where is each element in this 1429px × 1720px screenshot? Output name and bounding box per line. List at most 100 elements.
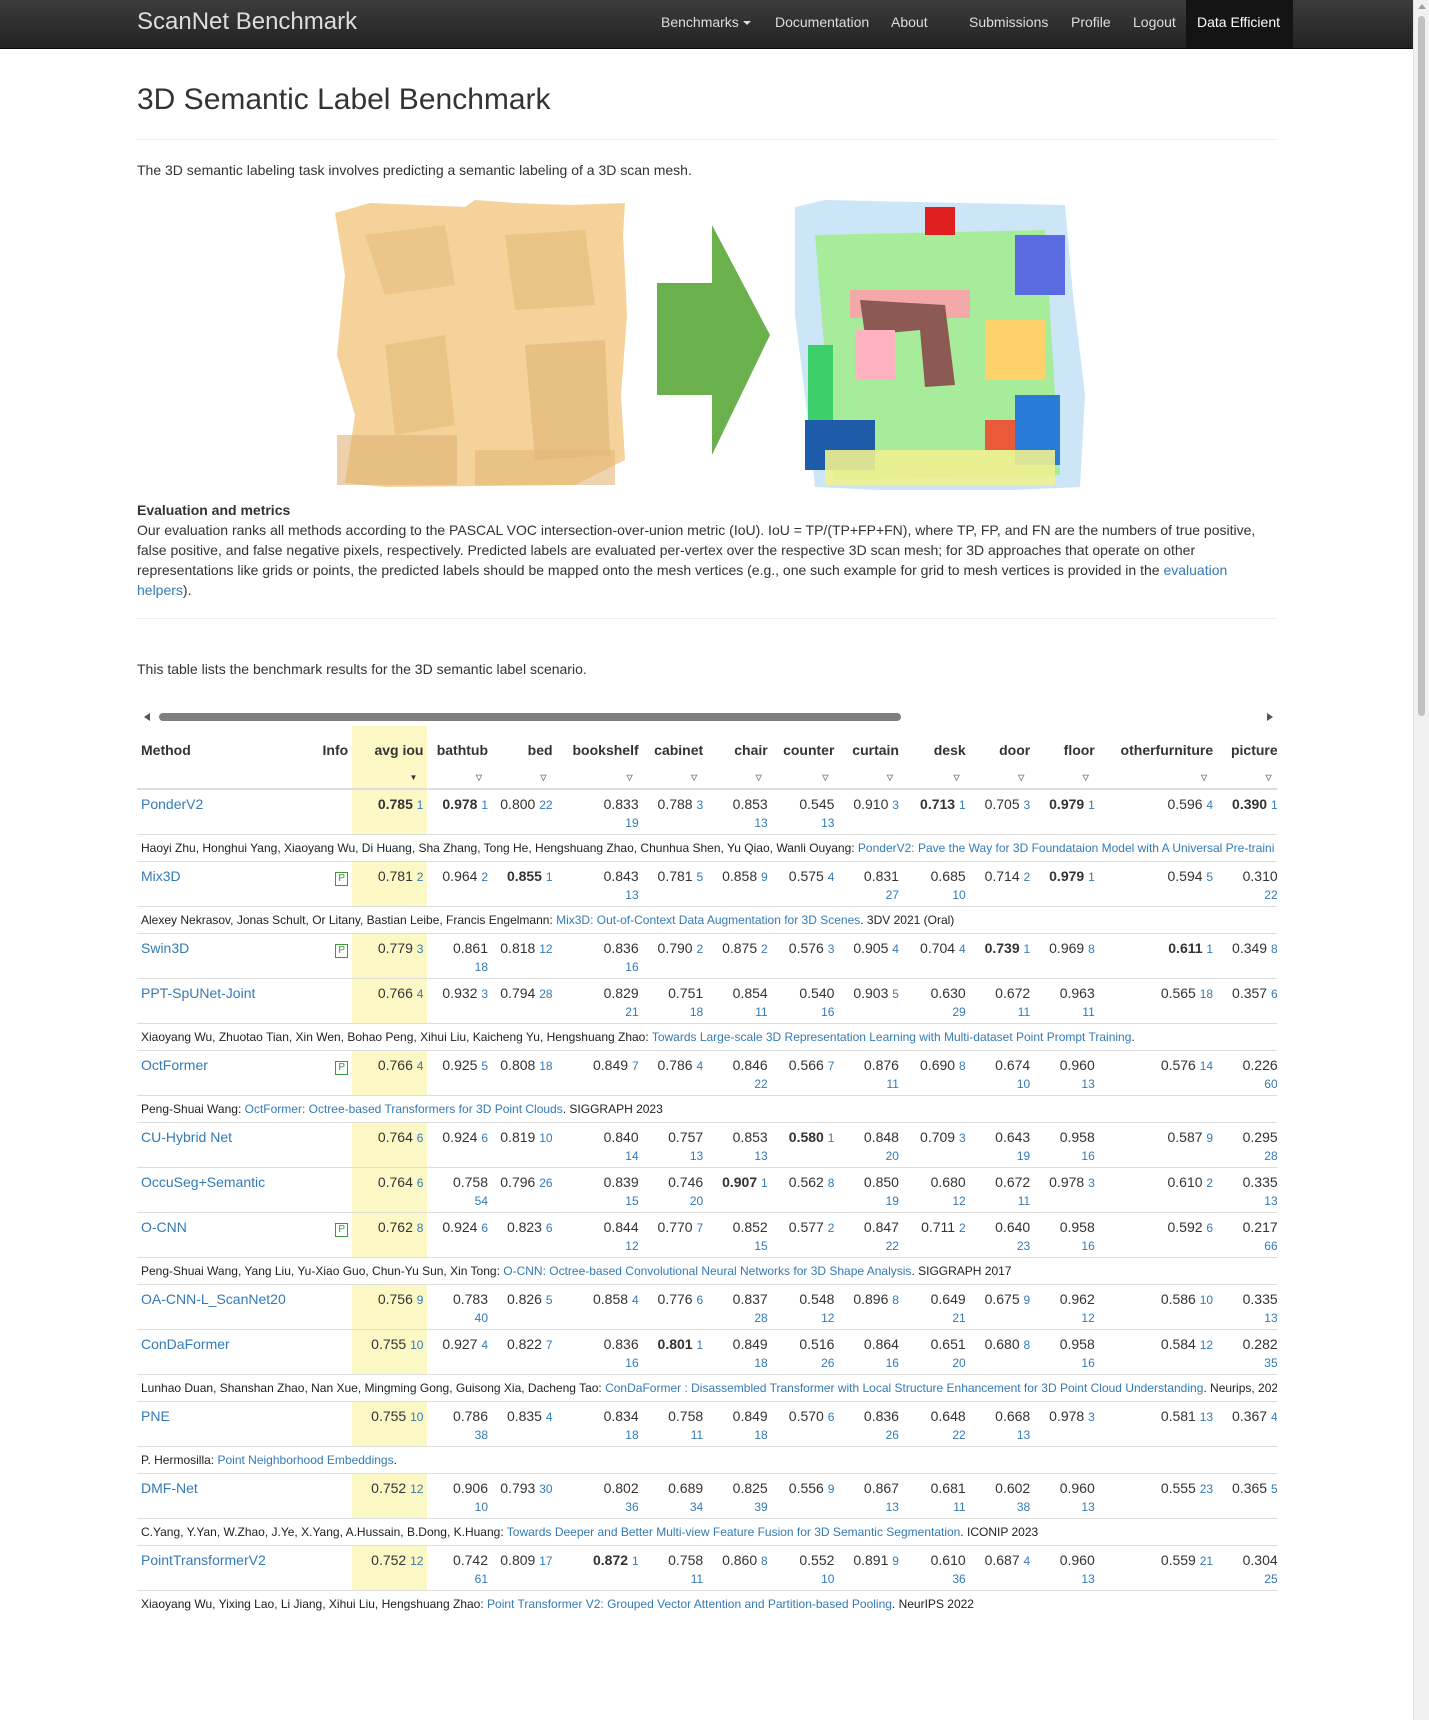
score-value: 0.925: [442, 1057, 478, 1073]
sort-icon[interactable]: ▽: [1201, 773, 1207, 782]
score-value: 0.335: [1242, 1174, 1277, 1190]
nav-documentation[interactable]: Documentation: [775, 14, 869, 30]
method-link[interactable]: OA-CNN-L_ScanNet20: [141, 1291, 286, 1307]
sort-icon[interactable]: ▼: [410, 773, 418, 782]
vertical-scrollbar[interactable]: [1413, 0, 1429, 1720]
scroll-left-arrow-icon[interactable]: [144, 713, 150, 721]
column-header-bathtub[interactable]: bathtub ▽: [427, 726, 493, 790]
score-cell: 0.758 11: [642, 1545, 708, 1591]
rank-value: 18: [474, 960, 489, 974]
rank-value: 6: [827, 1410, 835, 1424]
method-link[interactable]: DMF-Net: [141, 1480, 198, 1496]
column-header-bookshelf[interactable]: bookshelf ▽: [556, 726, 643, 790]
citation-row: C.Yang, Y.Yan, W.Zhao, J.Ye, X.Yang, A.H…: [137, 1518, 1277, 1546]
score-cell: 0.690 8: [902, 1050, 970, 1096]
sort-icon[interactable]: ▽: [691, 773, 697, 782]
score-value: 0.556: [788, 1480, 824, 1496]
score-cell: 0.958 16: [1034, 1212, 1099, 1258]
rank-value: 15: [625, 1194, 639, 1208]
score-cell: 0.592 6: [1098, 1212, 1218, 1258]
score-cell: 0.849 7: [556, 1050, 643, 1096]
method-link[interactable]: Swin3D: [141, 940, 189, 956]
sort-icon[interactable]: ▽: [1266, 773, 1272, 782]
score-value: 0.781: [377, 868, 413, 884]
sort-icon[interactable]: ▽: [626, 773, 632, 782]
score-value: 0.766: [377, 1057, 413, 1073]
public-code-badge-icon[interactable]: P: [335, 944, 349, 958]
method-link[interactable]: PNE: [141, 1408, 170, 1424]
column-header-door[interactable]: door ▽: [969, 726, 1035, 790]
score-cell: 0.746 20: [642, 1167, 708, 1213]
method-link[interactable]: ConDaFormer: [141, 1336, 230, 1352]
nav-benchmarks-label: Benchmarks: [661, 14, 739, 30]
method-link[interactable]: O-CNN: [141, 1219, 187, 1235]
score-cell: 0.335 13: [1217, 1284, 1277, 1330]
method-link[interactable]: OctFormer: [141, 1057, 208, 1073]
hscroll-thumb[interactable]: [159, 713, 901, 721]
nav-data-efficient[interactable]: Data Efficient: [1197, 14, 1280, 30]
nav-about[interactable]: About: [891, 14, 928, 30]
score-cell: 0.849 18: [707, 1329, 772, 1375]
public-code-badge-icon[interactable]: P: [335, 1061, 349, 1075]
scroll-up-arrow-icon[interactable]: [1418, 4, 1426, 9]
column-header-picture[interactable]: picture ▽: [1217, 726, 1277, 790]
score-value: 0.349: [1232, 940, 1268, 956]
scroll-thumb[interactable]: [1418, 16, 1425, 716]
method-link[interactable]: CU-Hybrid Net: [141, 1129, 232, 1145]
public-code-badge-icon[interactable]: P: [335, 1223, 349, 1237]
paper-link[interactable]: O-CNN: Octree-based Convolutional Neural…: [503, 1264, 911, 1278]
method-link[interactable]: PonderV2: [141, 796, 203, 812]
column-header-bed[interactable]: bed ▽: [492, 726, 557, 790]
table-row: CU-Hybrid Net 0.764 6 0.924 6 0.819 10 0.840…: [137, 1122, 1277, 1168]
paper-link[interactable]: Point Transformer V2: Grouped Vector Att…: [487, 1597, 892, 1611]
score-value: 0.596: [1167, 796, 1203, 812]
sort-icon[interactable]: ▽: [756, 773, 762, 782]
paper-link[interactable]: PonderV2: Pave the Way for 3D Foundataio…: [858, 841, 1274, 855]
paper-link[interactable]: Towards Deeper and Better Multi-view Fea…: [507, 1525, 961, 1539]
score-cell: 0.836 16: [556, 933, 643, 979]
nav-logout[interactable]: Logout: [1133, 14, 1176, 30]
divider: [137, 139, 1277, 140]
method-link[interactable]: PPT-SpUNet-Joint: [141, 985, 255, 1001]
sort-icon[interactable]: ▽: [476, 773, 482, 782]
horizontal-scrollbar[interactable]: [137, 708, 1277, 726]
sort-icon[interactable]: ▽: [1018, 773, 1024, 782]
column-header-curtain[interactable]: curtain ▽: [838, 726, 903, 790]
column-header-desk[interactable]: desk ▽: [902, 726, 970, 790]
column-header-chair[interactable]: chair ▽: [707, 726, 772, 790]
paper-link[interactable]: OctFormer: Octree-based Transformers for…: [245, 1102, 563, 1116]
rank-value: 18: [754, 1428, 768, 1442]
paper-link[interactable]: Point Neighborhood Embeddings: [217, 1453, 393, 1467]
column-header-counter[interactable]: counter ▽: [771, 726, 839, 790]
method-link[interactable]: Mix3D: [141, 868, 181, 884]
score-value: 0.540: [799, 985, 835, 1001]
score-value: 0.969: [1049, 940, 1085, 956]
score-cell: 0.836 26: [838, 1401, 903, 1447]
sort-icon[interactable]: ▽: [540, 773, 546, 782]
method-link[interactable]: OccuSeg+Semantic: [141, 1174, 265, 1190]
score-cell: 0.552 10: [771, 1545, 839, 1591]
sort-icon[interactable]: ▽: [887, 773, 893, 782]
paper-link[interactable]: Towards Large-scale 3D Representation Le…: [652, 1030, 1132, 1044]
paper-link[interactable]: ConDaFormer : Disassembled Transformer w…: [605, 1381, 1203, 1395]
public-code-badge-icon[interactable]: P: [335, 872, 349, 886]
column-header-cabinet[interactable]: cabinet ▽: [642, 726, 708, 790]
method-link[interactable]: PointTransformerV2: [141, 1552, 266, 1568]
brand-link[interactable]: ScanNet Benchmark: [137, 8, 357, 36]
score-value: 0.855: [506, 868, 542, 884]
nav-submissions[interactable]: Submissions: [969, 14, 1048, 30]
column-header-avg-iou[interactable]: avg iou ▼: [352, 726, 428, 790]
score-value: 0.217: [1242, 1219, 1277, 1235]
sort-icon[interactable]: ▽: [1083, 773, 1089, 782]
score-value: 0.825: [732, 1480, 768, 1496]
scroll-right-arrow-icon[interactable]: [1267, 713, 1273, 721]
table-intro: This table lists the benchmark results f…: [137, 661, 587, 677]
nav-benchmarks[interactable]: Benchmarks: [661, 14, 751, 30]
column-header-otherfurniture[interactable]: otherfurniture ▽: [1098, 726, 1218, 790]
nav-profile[interactable]: Profile: [1071, 14, 1111, 30]
column-header-floor[interactable]: floor ▽: [1034, 726, 1099, 790]
sort-icon[interactable]: ▽: [954, 773, 960, 782]
citation-row: Xiaoyang Wu, Zhuotao Tian, Xin Wen, Boha…: [137, 1023, 1277, 1051]
sort-icon[interactable]: ▽: [822, 773, 828, 782]
paper-link[interactable]: Mix3D: Out-of-Context Data Augmentation …: [556, 913, 860, 927]
